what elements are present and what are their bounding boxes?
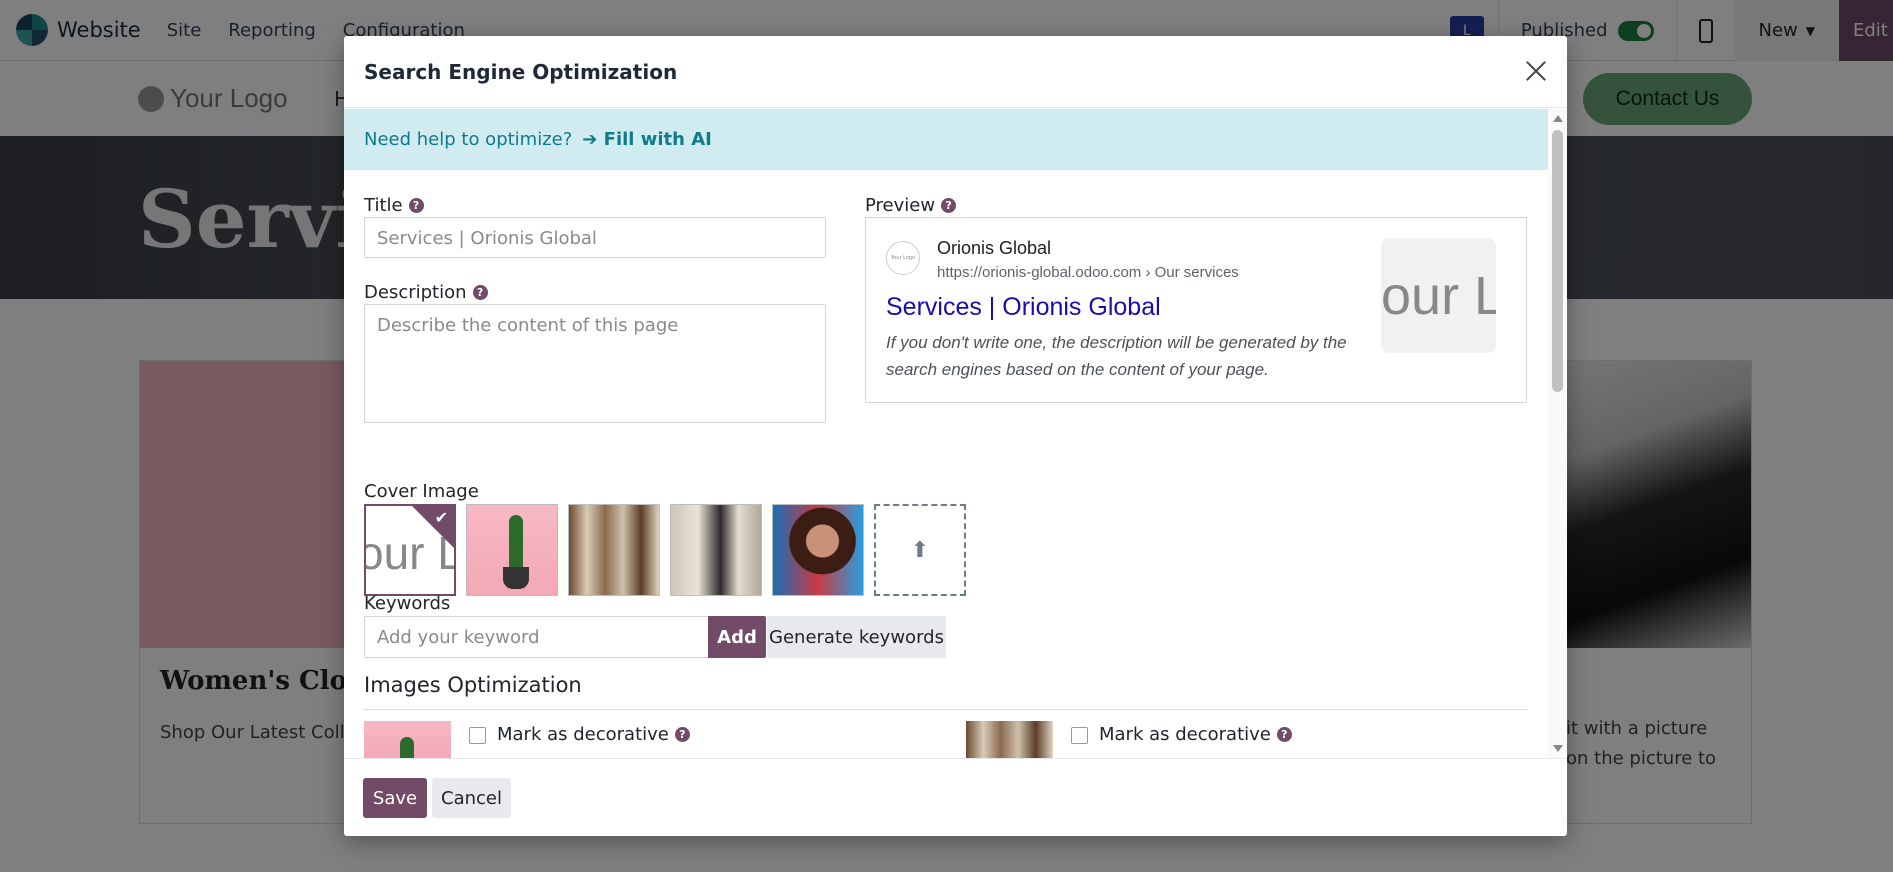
cover-option-logo[interactable]: our L ✔ [364,504,456,596]
seo-description-textarea[interactable]: Describe the content of this page [364,304,826,423]
preview-title: Services | Orionis Global [886,293,1161,321]
generate-keywords-button[interactable]: Generate keywords [767,616,946,658]
help-icon[interactable]: ? [408,198,424,213]
keyword-input[interactable]: Add your keyword [364,616,709,658]
add-keyword-button[interactable]: Add [708,616,766,658]
help-icon[interactable]: ? [472,285,488,300]
decorative-label: Mark as decorative ? [1099,724,1292,745]
cover-option-boutique[interactable] [670,504,762,596]
dialog-footer: Save Cancel [344,758,1567,836]
cancel-button[interactable]: Cancel [432,778,511,818]
cover-image-label: Cover Image [364,481,479,502]
arrow-right-icon: ➔ [582,129,598,150]
ai-prompt: Need help to optimize? [364,129,573,150]
preview-description: If you don't write one, the description … [886,333,1347,379]
pot-image [503,567,529,589]
preview-label-text: Preview [865,195,936,216]
optimization-image-thumb [966,721,1053,758]
description-label: Description ? [364,282,488,303]
cover-option-portrait[interactable] [772,504,864,596]
keywords-label: Keywords [364,593,451,614]
serp-preview: Your Logo Orionis Global https://orionis… [865,217,1527,403]
cactus-image [509,515,523,575]
preview-label: Preview ? [865,195,957,216]
scroll-down-icon[interactable] [1553,745,1563,752]
upload-icon[interactable]: ⬆ [874,504,966,596]
dialog-scrollbar[interactable] [1548,109,1567,758]
optimization-image-thumb [364,721,451,758]
checkmark-icon: ✔ [434,508,448,527]
cover-option-cactus[interactable] [466,504,558,596]
title-label-text: Title [364,195,403,216]
decorative-label-text: Mark as decorative [497,724,669,745]
dialog-body: Need help to optimize? ➔ Fill with AI Ti… [344,109,1567,758]
decorative-label: Mark as decorative ? [497,724,690,745]
ai-help-banner: Need help to optimize? ➔ Fill with AI [344,109,1548,170]
preview-url: https://orionis-global.odoo.com › Our se… [937,264,1239,281]
close-icon[interactable] [1523,58,1549,84]
decorative-checkbox[interactable] [1071,727,1088,744]
help-icon[interactable]: ? [1276,727,1292,742]
save-button[interactable]: Save [363,778,427,818]
decorative-checkbox[interactable] [469,727,486,744]
title-label: Title ? [364,195,424,216]
site-favicon: Your Logo [886,241,920,275]
seo-dialog: Search Engine Optimization Need help to … [344,36,1567,836]
dialog-title: Search Engine Optimization [364,59,678,84]
preview-thumbnail: our L [1381,238,1496,353]
decorative-label-text: Mark as decorative [1099,724,1271,745]
scroll-thumb[interactable] [1552,130,1563,392]
seo-title-input[interactable]: Services | Orionis Global [364,217,826,258]
divider [364,709,1528,710]
description-label-text: Description [364,282,467,303]
cover-image-picker: our L ✔ ⬆ [364,504,966,596]
cover-option-clothing-rack[interactable] [568,504,660,596]
images-optimization-heading: Images Optimization [364,673,582,697]
help-icon[interactable]: ? [941,198,957,213]
fill-with-ai-link[interactable]: ➔ Fill with AI [582,129,712,150]
fill-with-ai-label: Fill with AI [603,129,712,150]
help-icon[interactable]: ? [674,727,690,742]
dialog-header: Search Engine Optimization [344,36,1567,108]
cactus-image [400,737,414,758]
preview-site-name: Orionis Global [937,238,1052,258]
scroll-up-icon[interactable] [1553,115,1563,122]
